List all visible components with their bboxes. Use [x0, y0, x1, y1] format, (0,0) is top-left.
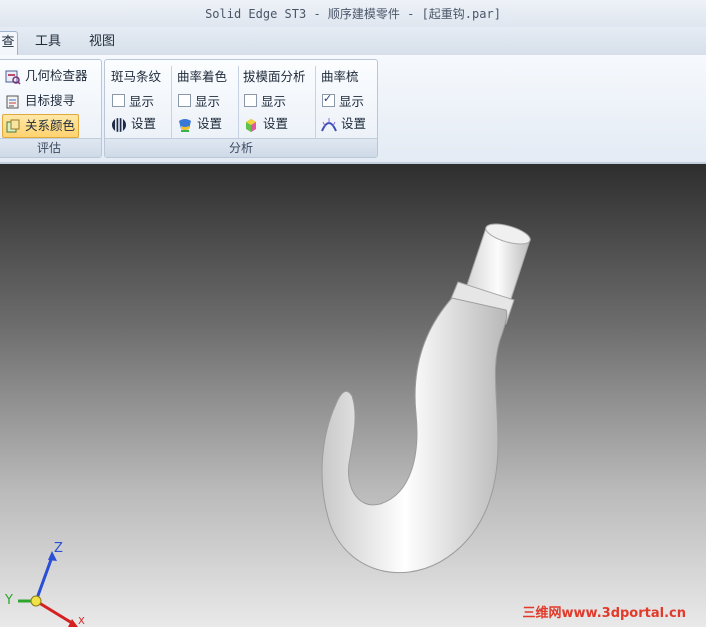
geometry-inspector-button[interactable]: 几何检查器: [5, 65, 88, 87]
window-title: Solid Edge ST3 - 顺序建模零件 - [起重钩.par]: [205, 7, 501, 21]
zebra-settings-button[interactable]: 设置: [111, 113, 156, 135]
curvature-shading-settings-button[interactable]: 设置: [177, 113, 222, 135]
draft-face-analysis-title: 拔模面分析: [243, 69, 306, 84]
zebra-stripes-icon: [112, 117, 126, 132]
curvature-shading-icon: [179, 118, 191, 132]
zebra-show-checkbox[interactable]: [112, 94, 125, 107]
ribbon: 几何检查器 目标搜寻 关系颜色 评估 斑马条纹 显示 设置 曲率着色 显示 设置…: [0, 55, 706, 164]
title-bar: Solid Edge ST3 - 顺序建模零件 - [起重钩.par]: [0, 0, 706, 28]
ribbon-tab-bar: 查 工具 视图: [0, 27, 706, 56]
relationship-color-label: 关系颜色: [25, 118, 76, 133]
y-axis-label: Y: [5, 593, 13, 608]
3d-viewport[interactable]: Z Y X 三维网www.3dportal.cn: [0, 164, 706, 627]
curvature-comb-settings-button[interactable]: 设置: [321, 113, 366, 135]
zebra-stripes-title: 斑马条纹: [111, 69, 162, 84]
evaluate-group-label: 评估: [0, 138, 101, 157]
curvature-shading-show-label: 显示: [195, 94, 221, 109]
evaluate-group: 几何检查器 目标搜寻 关系颜色 评估: [0, 59, 102, 158]
curvature-shading-show-checkbox[interactable]: [178, 94, 191, 107]
goal-seek-icon: [6, 95, 19, 108]
curvature-comb-show-checkbox[interactable]: [322, 92, 335, 107]
relationship-color-icon: [6, 119, 20, 132]
curvature-comb-settings-label: 设置: [341, 116, 367, 131]
x-axis: [35, 599, 73, 625]
zebra-settings-label: 设置: [131, 116, 157, 131]
x-axis-label: X: [78, 616, 85, 627]
goal-seek-label: 目标搜寻: [25, 93, 76, 108]
triad-origin: [30, 595, 42, 607]
watermark: 三维网www.3dportal.cn: [522, 606, 686, 621]
z-axis: [34, 556, 54, 602]
geometry-inspector-label: 几何检查器: [25, 68, 88, 83]
divider: [238, 66, 239, 138]
hook-model[interactable]: [0, 164, 706, 627]
draft-face-show-label: 显示: [261, 94, 287, 109]
curvature-shading-settings-label: 设置: [197, 116, 223, 131]
goal-seek-button[interactable]: 目标搜寻: [5, 90, 75, 112]
curvature-comb-title: 曲率梳: [321, 69, 359, 84]
divider: [315, 66, 316, 138]
curvature-shading-title: 曲率着色: [177, 69, 228, 84]
analysis-group: 斑马条纹 显示 设置 曲率着色 显示 设置 拔模面分析 显示 设置 曲率梳 ✓ …: [104, 59, 378, 158]
zebra-show-label: 显示: [129, 94, 155, 109]
draft-face-settings-label: 设置: [263, 116, 289, 131]
geometry-inspector-icon: [5, 70, 21, 85]
divider: [171, 66, 172, 138]
curvature-comb-show-label: 显示: [339, 94, 365, 109]
draft-face-analysis-icon: [246, 118, 256, 132]
relationship-color-button[interactable]: 关系颜色: [2, 114, 80, 138]
draft-face-settings-button[interactable]: 设置: [243, 113, 288, 135]
axis-triad: [18, 551, 78, 627]
tab-view[interactable]: 视图: [82, 31, 122, 55]
curvature-comb-icon: [321, 117, 337, 131]
analysis-group-label: 分析: [105, 138, 377, 157]
z-axis-label: Z: [54, 541, 63, 556]
tab-inspect[interactable]: 查: [0, 31, 18, 56]
tab-tools[interactable]: 工具: [28, 31, 68, 55]
draft-face-show-checkbox[interactable]: [244, 94, 257, 107]
